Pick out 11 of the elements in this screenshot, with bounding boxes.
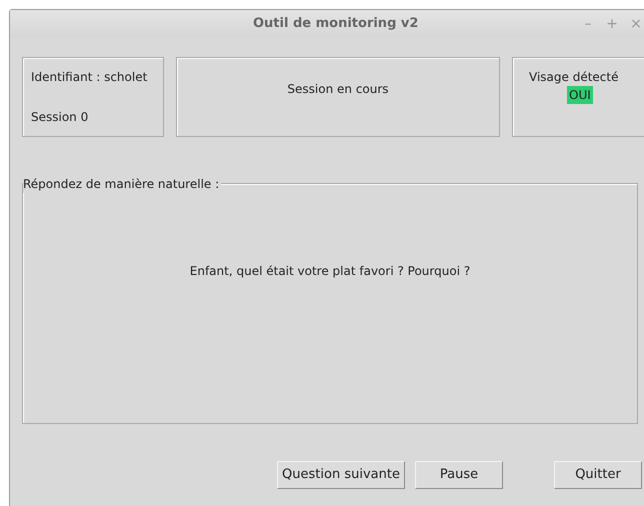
identifier-label: Identifiant : scholet	[31, 69, 148, 86]
group-legend: Répondez de manière naturelle :	[23, 175, 222, 193]
action-button[interactable]: Quitter	[554, 461, 642, 489]
window-title: Outil de monitoring v2	[253, 15, 418, 34]
face-label: Visage détecté	[529, 69, 618, 86]
question-text: Enfant, quel était votre plat favori ? Pourquoi ?	[190, 262, 470, 280]
session-label: Session 0	[31, 109, 90, 126]
status-label: Session en cours	[287, 81, 389, 98]
action-button[interactable]: Question suivante	[277, 461, 405, 489]
action-button[interactable]: Pause	[415, 461, 503, 489]
face-status: OUI	[567, 86, 593, 104]
